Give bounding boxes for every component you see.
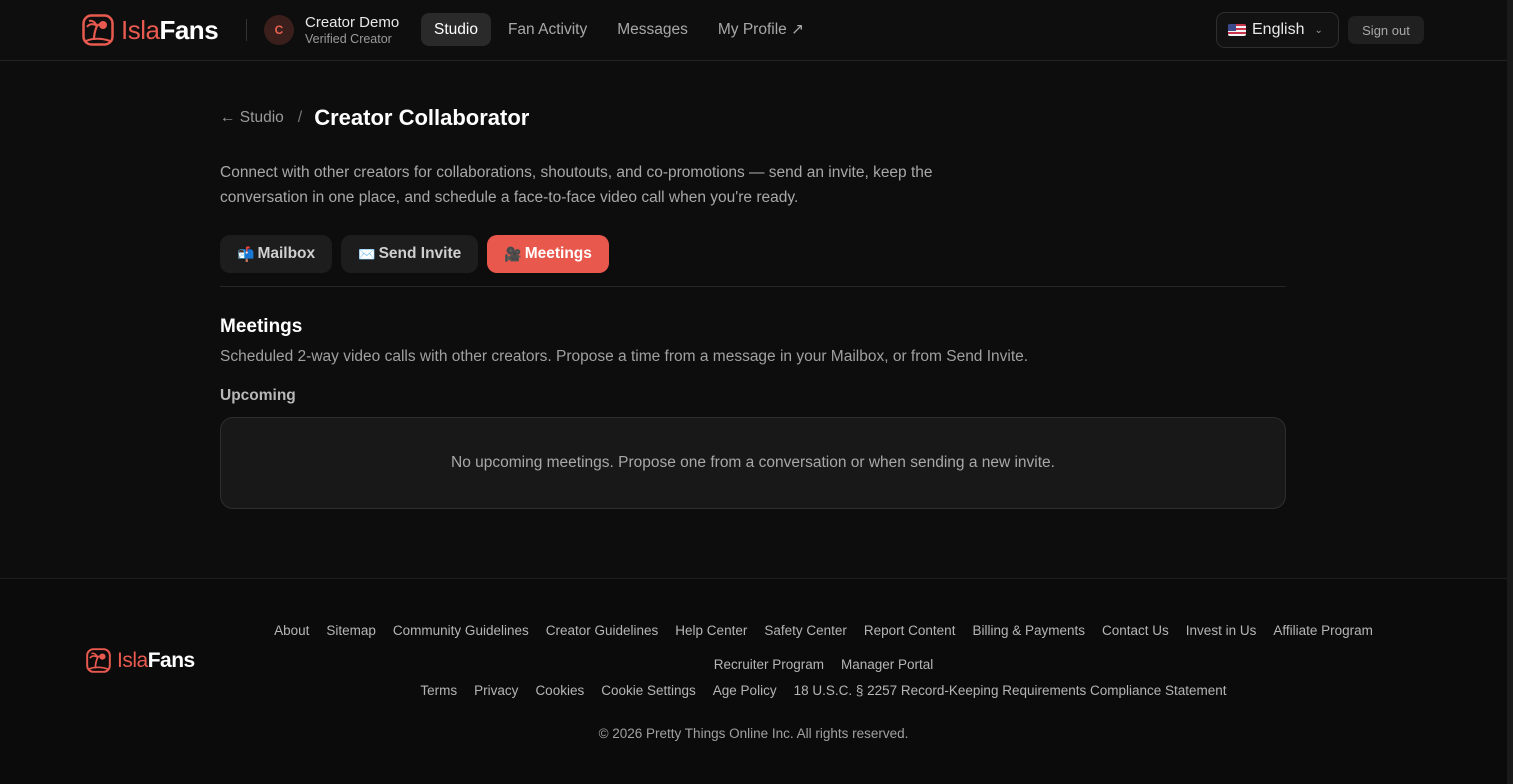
brand-wordmark: IslaFans	[121, 15, 219, 45]
footer-links-primary: About Sitemap Community Guidelines Creat…	[260, 623, 1387, 638]
footer-link-2257-statement[interactable]: 18 U.S.C. § 2257 Record-Keeping Requirem…	[794, 683, 1227, 698]
footer-link-recruiter-program[interactable]: Recruiter Program	[714, 657, 824, 672]
breadcrumb: ← Studio / Creator Collaborator	[220, 105, 529, 131]
chevron-down-icon: ⌄	[1314, 24, 1323, 36]
tab-send-invite[interactable]: ✉️ Send Invite	[341, 235, 479, 273]
page-title: Creator Collaborator	[314, 105, 530, 130]
sign-out-button[interactable]: Sign out	[1348, 16, 1424, 44]
breadcrumb-separator: /	[297, 109, 303, 126]
language-select[interactable]: English ⌄	[1216, 12, 1339, 48]
footer-links-secondary: Recruiter Program Manager Portal	[260, 657, 1387, 672]
nav-my-profile[interactable]: My Profile ↗	[705, 13, 817, 46]
mailbox-icon: 📬	[237, 245, 255, 262]
upcoming-heading: Upcoming	[220, 387, 296, 404]
user-role: Verified Creator	[305, 32, 392, 46]
footer-link-about[interactable]: About	[274, 623, 309, 638]
footer-link-safety-center[interactable]: Safety Center	[764, 623, 847, 638]
main-nav: Studio Fan Activity Messages My Profile …	[421, 13, 821, 46]
breadcrumb-back-link[interactable]: ← Studio	[220, 109, 284, 127]
footer-link-help-center[interactable]: Help Center	[675, 623, 747, 638]
footer-link-creator-guidelines[interactable]: Creator Guidelines	[546, 623, 659, 638]
footer-link-sitemap[interactable]: Sitemap	[326, 623, 376, 638]
language-label: English	[1252, 21, 1305, 38]
empty-state-text: No upcoming meetings. Propose one from a…	[451, 454, 1055, 471]
tab-meetings[interactable]: 🎥 Meetings	[487, 235, 609, 273]
video-camera-icon: 🎥	[504, 245, 522, 262]
brand-logo[interactable]: IslaFans	[82, 14, 219, 46]
footer-logo[interactable]: IslaFans	[86, 648, 195, 673]
page-scrollbar[interactable]	[1507, 0, 1513, 784]
footer-link-invest[interactable]: Invest in Us	[1186, 623, 1257, 638]
nav-fan-activity[interactable]: Fan Activity	[495, 13, 600, 46]
intro-text: Connect with other creators for collabor…	[220, 164, 933, 206]
footer-links-legal: Terms Privacy Cookies Cookie Settings Ag…	[260, 683, 1387, 698]
collab-tabs: 📬 Mailbox ✉️ Send Invite 🎥 Meetings	[220, 235, 609, 273]
footer-link-terms[interactable]: Terms	[420, 683, 457, 698]
footer-link-manager-portal[interactable]: Manager Portal	[841, 657, 933, 672]
section-divider	[220, 286, 1286, 287]
footer-link-community-guidelines[interactable]: Community Guidelines	[393, 623, 529, 638]
user-name: Creator Demo	[305, 14, 400, 31]
footer-wordmark: IslaFans	[117, 648, 195, 672]
us-flag-icon	[1228, 24, 1246, 36]
footer: IslaFans About Sitemap Community Guideli…	[0, 578, 1507, 784]
palm-logo-icon	[82, 14, 114, 46]
copyright: © 2026 Pretty Things Online Inc. All rig…	[598, 726, 909, 741]
footer-link-contact-us[interactable]: Contact Us	[1102, 623, 1169, 638]
tab-label: Send Invite	[378, 245, 462, 262]
footer-link-affiliate-program[interactable]: Affiliate Program	[1273, 623, 1373, 638]
meetings-heading: Meetings	[220, 316, 303, 337]
footer-link-privacy[interactable]: Privacy	[474, 683, 518, 698]
footer-link-cookies[interactable]: Cookies	[535, 683, 584, 698]
footer-link-billing-payments[interactable]: Billing & Payments	[972, 623, 1085, 638]
footer-link-report-content[interactable]: Report Content	[864, 623, 956, 638]
footer-link-cookie-settings[interactable]: Cookie Settings	[601, 683, 696, 698]
top-header: IslaFans C Creator Demo Verified Creator…	[0, 0, 1507, 61]
nav-studio[interactable]: Studio	[421, 13, 491, 46]
avatar[interactable]: C	[264, 15, 294, 45]
header-divider	[246, 19, 247, 41]
footer-link-age-policy[interactable]: Age Policy	[713, 683, 777, 698]
palm-logo-icon	[86, 648, 111, 673]
meetings-description: Scheduled 2-way video calls with other c…	[220, 348, 1029, 365]
tab-label: Meetings	[524, 245, 592, 262]
tab-label: Mailbox	[257, 245, 316, 262]
tab-mailbox[interactable]: 📬 Mailbox	[220, 235, 333, 273]
envelope-icon: ✉️	[358, 245, 376, 262]
nav-messages[interactable]: Messages	[604, 13, 701, 46]
upcoming-empty-state: No upcoming meetings. Propose one from a…	[220, 417, 1286, 509]
